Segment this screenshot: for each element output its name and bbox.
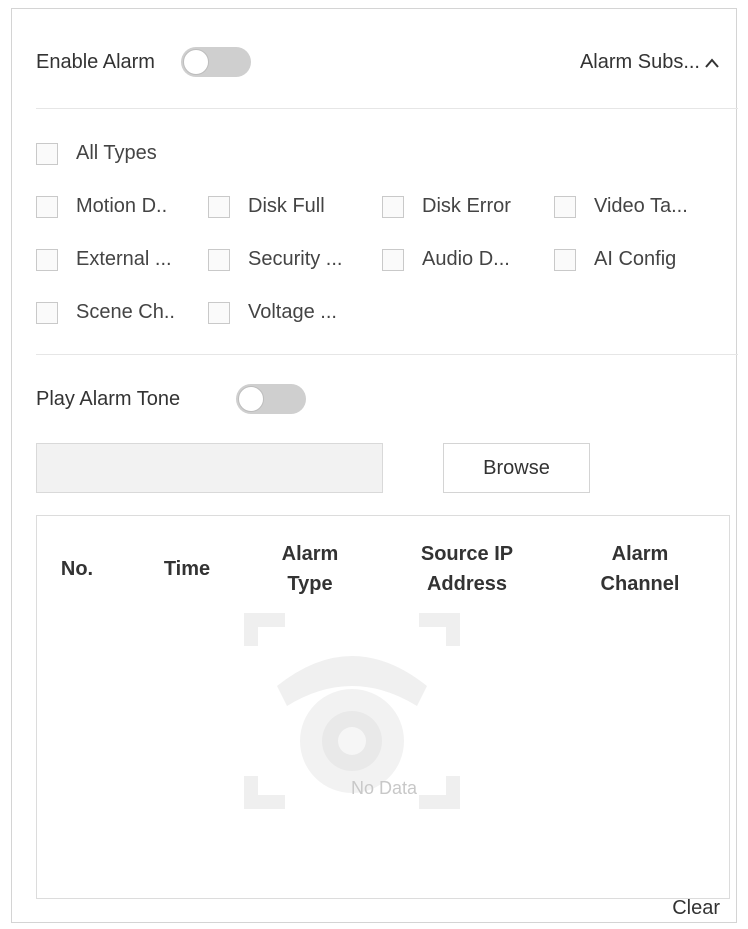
play-alarm-tone-label: Play Alarm Tone <box>36 387 181 410</box>
checkbox-security[interactable]: Security ... <box>208 248 342 271</box>
checkbox-box[interactable] <box>208 248 230 271</box>
checkbox-box[interactable] <box>554 248 576 271</box>
play-alarm-tone-row: Play Alarm Tone <box>36 384 307 414</box>
chevron-up-icon <box>704 49 720 75</box>
checkbox-box[interactable] <box>36 195 58 218</box>
alarm-panel: Enable Alarm Alarm Subs... All Types Mot… <box>11 8 738 923</box>
checkbox-audio-detection[interactable]: Audio D... <box>382 248 510 271</box>
alarm-table: No. Time Alarm Type Source IP Address Alar… <box>36 515 730 899</box>
alarm-subscription-dropdown[interactable]: Alarm Subs... <box>580 49 720 75</box>
checkbox-motion-detection[interactable]: Motion D.. <box>36 195 167 218</box>
checkbox-voltage[interactable]: Voltage ... <box>208 301 337 324</box>
column-header-no: No. <box>60 558 94 580</box>
checkbox-label: Audio D... <box>422 248 510 270</box>
checkbox-box[interactable] <box>554 195 576 218</box>
checkbox-label: Security ... <box>248 248 343 270</box>
checkbox-label: All Types <box>76 142 157 164</box>
checkbox-box[interactable] <box>208 195 230 218</box>
clear-button[interactable]: Clear <box>672 897 720 920</box>
column-header-alarm-type: Alarm Type <box>281 543 339 595</box>
checkbox-box[interactable] <box>36 142 58 165</box>
checkbox-label: External ... <box>76 248 172 270</box>
play-alarm-tone-toggle[interactable] <box>236 384 307 414</box>
column-header-source-ip: Source IP Address <box>420 543 514 595</box>
checkbox-all-types[interactable]: All Types <box>36 142 157 165</box>
column-header-time: Time <box>163 558 211 580</box>
checkbox-disk-error[interactable]: Disk Error <box>382 195 511 218</box>
checkbox-label: AI Config <box>594 248 677 270</box>
divider <box>36 108 738 109</box>
column-header-alarm-channel: Alarm Channel <box>600 543 680 595</box>
checkbox-disk-full[interactable]: Disk Full <box>208 195 325 218</box>
checkbox-label: Disk Error <box>422 195 511 217</box>
checkbox-box[interactable] <box>36 248 58 271</box>
checkbox-external[interactable]: External ... <box>36 248 172 271</box>
checkbox-label: Scene Ch.. <box>76 301 175 323</box>
checkbox-label: Disk Full <box>248 195 325 217</box>
tone-file-path-input[interactable] <box>36 443 383 493</box>
enable-alarm-toggle[interactable] <box>180 47 251 77</box>
checkbox-scene-change[interactable]: Scene Ch.. <box>36 301 175 324</box>
no-data-text: No Data <box>350 778 418 798</box>
toggle-knob <box>182 49 209 75</box>
alarm-subscription-label: Alarm Subs... <box>579 50 700 73</box>
checkbox-label: Motion D.. <box>76 195 168 217</box>
checkbox-label: Video Ta... <box>594 195 688 217</box>
toggle-knob <box>238 386 265 412</box>
divider <box>36 354 738 355</box>
checkbox-label: Voltage ... <box>248 301 337 323</box>
enable-alarm-row: Enable Alarm <box>36 47 251 77</box>
checkbox-box[interactable] <box>208 301 230 324</box>
enable-alarm-label: Enable Alarm <box>36 50 155 73</box>
browse-button[interactable]: Browse <box>443 443 590 493</box>
checkbox-video-tampering[interactable]: Video Ta... <box>554 195 688 218</box>
checkbox-box[interactable] <box>36 301 58 324</box>
checkbox-box[interactable] <box>382 195 404 218</box>
checkbox-box[interactable] <box>382 248 404 271</box>
checkbox-ai-config[interactable]: AI Config <box>554 248 676 271</box>
